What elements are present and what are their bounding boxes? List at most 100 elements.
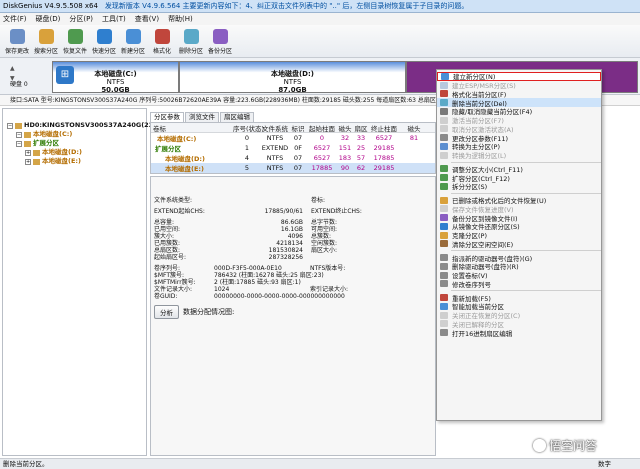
menu-item-icon <box>440 222 448 230</box>
detail-key: 可用空间: <box>311 226 338 233</box>
partition-size: 50.0GB <box>101 86 130 94</box>
watermark: 悟空问答 <box>533 437 597 454</box>
toolbar-button-search[interactable]: 搜索分区 <box>32 25 60 58</box>
tree-node-label: 扩展分区 <box>33 139 59 147</box>
table-cell: 0F <box>294 144 302 152</box>
toolbar-button-recover[interactable]: 恢复文件 <box>61 25 89 58</box>
context-menu-item[interactable]: 清除分区空闲空间(E) <box>437 240 601 249</box>
table-cell: 6527 <box>313 144 331 152</box>
menu-item-icon <box>440 280 448 288</box>
column-header[interactable]: 起始柱面 <box>307 123 337 133</box>
menu-separator <box>451 290 601 292</box>
partition-label: 本地磁盘(D:) <box>165 155 205 163</box>
column-header[interactable]: 序号(状态) <box>233 123 264 133</box>
tree-node[interactable]: + 本地磁盘(D:) <box>3 148 146 157</box>
detail-key: 起始扇区号: <box>154 254 187 261</box>
menu-item-icon <box>440 142 448 150</box>
detail-key <box>310 272 374 279</box>
menu-item-icon <box>440 174 448 182</box>
detail-value: 4218134 <box>276 240 303 247</box>
menu-item-icon <box>440 90 448 98</box>
table-cell: 07 <box>293 154 303 162</box>
menu-separator <box>451 161 601 163</box>
menu-item[interactable]: 帮助(H) <box>168 14 193 24</box>
menu-item[interactable]: 硬盘(D) <box>36 14 61 24</box>
partition-name: 本地磁盘(D:) <box>270 70 314 78</box>
expand-toggle-icon[interactable]: + <box>25 149 31 156</box>
menu-item-icon <box>440 294 448 302</box>
expand-toggle-icon[interactable]: − <box>16 140 22 147</box>
expand-toggle-icon[interactable]: − <box>16 131 22 138</box>
table-cell: 5 <box>244 164 250 172</box>
detail-value <box>371 254 431 261</box>
menu-item[interactable]: 文件(F) <box>3 14 27 24</box>
menu-item-icon <box>440 320 448 328</box>
column-header[interactable]: 标识 <box>289 123 307 133</box>
menu-item[interactable]: 分区(P) <box>69 14 93 24</box>
column-header[interactable]: 磁头 <box>399 123 429 133</box>
menu-item-icon <box>440 262 448 270</box>
partition-fs: NTFS <box>106 78 125 86</box>
column-header[interactable]: 磁头 <box>337 123 353 133</box>
toolbar-button-label: 格式化 <box>152 47 171 55</box>
title-bar: DiskGenius V4.9.5.508 x64 发现新版本 V4.9.6.5… <box>0 0 640 13</box>
tree-node-label: HD0:KINGSTONSV300S37A240G(224GB) <box>24 121 172 129</box>
menu-item-icon <box>440 134 448 142</box>
toolbar-button-new-partition[interactable]: 新建分区 <box>119 25 147 58</box>
windows-logo-icon: ⊞ <box>56 66 74 84</box>
table-row[interactable]: 扩展分区 1 EXTEND 0F 6527 151 25 29185 <box>151 143 435 153</box>
menu-item[interactable]: 查看(V) <box>135 14 159 24</box>
tree-node[interactable]: − HD0:KINGSTONSV300S37A240G(224GB) <box>3 121 171 130</box>
update-notice[interactable]: 发现新版本 V4.9.6.564 主要更新内容如下：4、纠正双击文件列表中的 "… <box>105 2 468 10</box>
table-cell: 81 <box>409 134 419 142</box>
tree-node[interactable]: − 本地磁盘(C:) <box>3 130 146 139</box>
toolbar-button-save[interactable]: 保存更改 <box>3 25 31 58</box>
column-header[interactable]: 终止柱面 <box>369 123 399 133</box>
table-cell: 57 <box>356 154 366 162</box>
menu-item-icon <box>440 151 448 159</box>
detail-key: 已用簇数: <box>154 240 181 247</box>
toolbar-button-delete-partition[interactable]: 删除分区 <box>177 25 205 58</box>
table-header: 卷标 序号(状态) 文件系统 标识 起始柱面 磁头 扇区 终止柱面 磁头 <box>151 123 435 133</box>
column-header[interactable]: 扇区 <box>353 123 369 133</box>
detail-row: 卷GUID: 00000000-0000-0000-0000-0000000000… <box>154 293 435 300</box>
expand-toggle-icon[interactable]: + <box>25 158 31 165</box>
tab-1[interactable]: 浏览文件 <box>185 112 219 122</box>
toolbar-button-quick-partition[interactable]: 快速分区 <box>90 25 118 58</box>
detail-value <box>374 265 434 272</box>
toolbar-button-label: 保存更改 <box>4 47 29 55</box>
toolbar-button-label: 备份分区 <box>207 47 232 55</box>
disk-icon <box>15 122 22 129</box>
tab-0[interactable]: 分区参数 <box>150 112 184 122</box>
analyze-button[interactable]: 分析 <box>154 305 179 319</box>
menu-item-icon <box>440 125 448 133</box>
tree-node[interactable]: − 扩展分区 <box>3 139 146 148</box>
menu-item-icon <box>440 240 448 248</box>
menu-item[interactable]: 工具(T) <box>102 14 126 24</box>
detail-key: 总容量: <box>154 219 175 226</box>
detail-key: 卷GUID: <box>154 293 178 300</box>
context-menu: 建立新分区(N) 建立ESP/MSR分区(S) 格式化当前分区(F) 删除当前分区(D… <box>436 69 602 421</box>
tree-node-label: 本地磁盘(C:) <box>33 130 73 138</box>
context-menu-item[interactable]: 打开16进制扇区编辑 <box>437 328 601 338</box>
table-cell: 07 <box>293 164 303 172</box>
tree-node[interactable]: + 本地磁盘(E:) <box>3 157 146 166</box>
tab-2[interactable]: 扇区编辑 <box>220 112 254 122</box>
table-row[interactable]: 本地磁盘(E:) 5 NTFS 07 17885 90 62 29185 <box>151 163 435 173</box>
menu-item-icon <box>440 231 448 239</box>
partition-block-d[interactable]: 本地磁盘(D:) NTFS 87.0GB <box>179 61 406 94</box>
detail-row: 已用空间: 16.1GB 可用空间: <box>154 226 435 233</box>
toolbar-button-backup[interactable]: 备份分区 <box>206 25 234 58</box>
context-menu-item[interactable]: 修改卷序列号 <box>437 280 601 289</box>
table-row[interactable]: 本地磁盘(D:) 4 NTFS 07 6527 183 57 17885 <box>151 153 435 163</box>
table-row[interactable]: 本地磁盘(C:) 0 NTFS 07 0 32 33 6527 81 <box>151 133 435 143</box>
partition-label: 本地磁盘(C:) <box>157 135 197 143</box>
context-menu-item[interactable]: 拆分分区(S) <box>437 182 601 191</box>
tree-node-label: 本地磁盘(D:) <box>42 148 82 156</box>
expand-toggle-icon[interactable]: − <box>7 122 13 129</box>
column-header[interactable]: 文件系统 <box>261 123 289 133</box>
detail-key: $MFT簇号: <box>154 272 185 279</box>
toolbar-button-format[interactable]: 格式化 <box>148 25 176 58</box>
column-header[interactable]: 卷标 <box>151 123 233 133</box>
row-label: 本地磁盘(E:) <box>151 163 233 173</box>
